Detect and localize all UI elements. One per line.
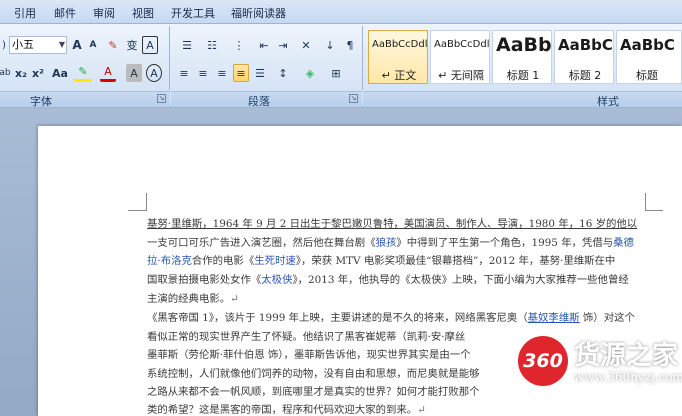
shading-bucket-icon[interactable]: ◈ [300,64,320,82]
numbering-icon[interactable]: ☷ [201,36,223,54]
style-name: 正文 [394,69,417,82]
doc-line-7: 看似正常的现实世界产生了怀疑。他结识了黑客崔妮蒂（凯莉·安·摩丝 [147,331,466,343]
tab-mailings[interactable]: 邮件 [54,5,76,21]
align-center-icon[interactable]: ≡ [195,64,211,82]
borders-icon[interactable]: ⊞ [325,64,347,82]
doc-line-11: 类的希望？这是黑客的帝国，程序和代码欢迎大家的到来。↵ [147,404,426,416]
crop-mark [128,210,146,211]
style-no-spacing[interactable]: AaBbCcDdl ↵ 无间隔 [430,30,490,84]
style-name: 无间隔 [450,69,484,82]
watermark-logo: 360 货源之家 www.360hyzj.com [518,334,682,394]
font-size-combo[interactable]: 小五 ▼ [9,36,67,54]
style-heading-2[interactable]: AaBbC 标题 2 [554,30,614,84]
tab-references[interactable]: 引用 [14,5,36,21]
style-normal[interactable]: AaBbCcDdl ↵ 正文 [368,30,428,84]
doc-line-4: 国取景拍摄电影处女作《太极侠》，2013 年，他执导的《太极侠》上映，下面小编为… [147,274,629,286]
grow-font-button[interactable]: A [70,36,84,54]
font-color-button[interactable]: A [100,64,116,82]
doc-line-6: 《黑客帝国 1》，该片于 1999 年上映，主要讲述的是不久的将来，网络黑客尼奥… [147,312,635,324]
link[interactable]: 桑德 [613,237,634,249]
align-right-icon[interactable]: ≡ [214,64,230,82]
style-sample: AaBbCcDdl [372,39,428,50]
style-heading-1[interactable]: AaBb 标题 1 [492,30,552,84]
tab-foxit-reader[interactable]: 福昕阅读器 [231,5,286,21]
line-text: 基努·里维斯，1964 年 9 月 2 日出生于黎巴嫩贝鲁特，美国演员、制作人、… [147,218,638,230]
style-name: 标题 1 [506,69,540,82]
styles-group-bar [363,91,682,107]
doc-line-9: 系统控制，人们就像他们饲养的动物，没有自由和思想，而尼奥就是能够 [147,368,480,380]
char-shading-button[interactable]: A [126,64,142,82]
doc-line-2: 一支可口可乐广告进入演艺圈，然后他在舞台剧《狼孩》中得到了平生第一个角色，199… [147,237,634,249]
doc-line-10: 之路从来都不会一帆风顺，到底哪里才是真实的世界？如何才能打败那个 [147,386,480,398]
multilevel-list-icon[interactable]: ⋮ [228,36,250,54]
shrink-font-button[interactable]: A [86,36,100,54]
enclose-char-button[interactable]: A [142,36,158,54]
highlight-pen-icon[interactable]: ✎ [74,64,92,82]
tab-review[interactable]: 审阅 [93,5,115,21]
font-group-label: 字体 [30,95,52,108]
style-sample: AaBbC [558,36,613,54]
ribbon: ) 小五 ▼ A A ✎ 变 A ab x₂ x² Aa ✎ A A A ☰ ☷… [0,24,682,108]
sort-icon[interactable]: ↓ [322,36,338,54]
show-marks-icon[interactable]: ¶ [342,36,358,54]
style-sample: AaBbC [620,36,675,54]
crop-mark [146,193,147,211]
paragraph-mark-icon: ↵ [417,404,426,416]
divider [362,26,363,90]
crop-mark [645,210,663,211]
brand-name: 货源之家 [574,341,679,371]
distributed-icon[interactable]: ☰ [252,64,268,82]
crop-mark [645,193,646,211]
tab-developer[interactable]: 开发工具 [171,5,215,21]
char-border-button[interactable]: A [146,64,162,82]
link[interactable]: 狼孩 [376,237,397,249]
increase-indent-icon[interactable]: ⇥ [275,36,291,54]
subscript-button[interactable]: x₂ [14,64,28,82]
bullets-icon[interactable]: ☰ [176,36,198,54]
badge-360-icon: 360 [518,336,568,386]
font-group-bar [0,91,170,107]
paragraph-group-label: 段落 [248,95,270,108]
link[interactable]: 拉·布洛克 [147,255,192,267]
phonetic-guide-button[interactable]: 变 [124,36,140,54]
paragraph-mark-icon: ↵ [381,69,391,82]
menu-bar: 引用 邮件 审阅 视图 开发工具 福昕阅读器 [0,0,682,24]
doc-line-5: 主演的经典电影。↵ [147,293,239,305]
link[interactable]: 基奴李维斯 [528,312,580,324]
paragraph-mark-icon: ↵ [438,69,448,82]
decrease-indent-icon[interactable]: ⇤ [256,36,272,54]
tab-view[interactable]: 视图 [132,5,154,21]
style-name: 标题 2 [568,69,602,82]
brand-url: www.360hyzj.com [574,370,682,384]
font-dialog-launcher-icon[interactable]: ↘ [157,94,166,103]
divider [169,26,170,90]
style-title[interactable]: AaBbC 标题 [616,30,682,84]
font-size-value: 小五 [12,38,34,51]
style-sample: AaBb [496,34,552,56]
strikethrough-button[interactable]: ab [0,64,11,82]
style-name: 标题 [636,69,658,82]
doc-line-8: 墨菲斯（劳伦斯·菲什伯恩 饰），墨菲斯告诉他，现实世界其实是由一个 [147,349,471,361]
line-spacing-icon[interactable]: ↕ [272,64,294,82]
font-name-combo-end[interactable]: ) [0,36,8,54]
justify-icon[interactable]: ≡ [233,64,249,82]
doc-line-1: 基努·里维斯，1964 年 9 月 2 日出生于黎巴嫩贝鲁特，美国演员、制作人、… [147,215,645,231]
change-case-button[interactable]: Aa [50,64,70,82]
badge-text: 360 [523,350,563,372]
superscript-button[interactable]: x² [31,64,45,82]
paragraph-dialog-launcher-icon[interactable]: ↘ [349,94,358,103]
link[interactable]: 太极侠 [261,274,292,286]
clear-format-button[interactable]: ✎ [104,36,122,54]
chevron-down-icon: ▼ [58,40,65,49]
style-sample: AaBbCcDdl [434,39,490,50]
link[interactable]: 生死时速 [254,255,296,267]
asian-layout-icon[interactable]: ✕ [295,36,317,54]
styles-group-label: 样式 [597,95,619,108]
doc-line-3: 拉·布洛克合作的电影《生死时速》，荣获 MTV 电影奖项最佳“银幕搭档”，201… [147,255,616,267]
align-left-icon[interactable]: ≡ [176,64,192,82]
paragraph-mark-icon: ↵ [230,293,239,305]
